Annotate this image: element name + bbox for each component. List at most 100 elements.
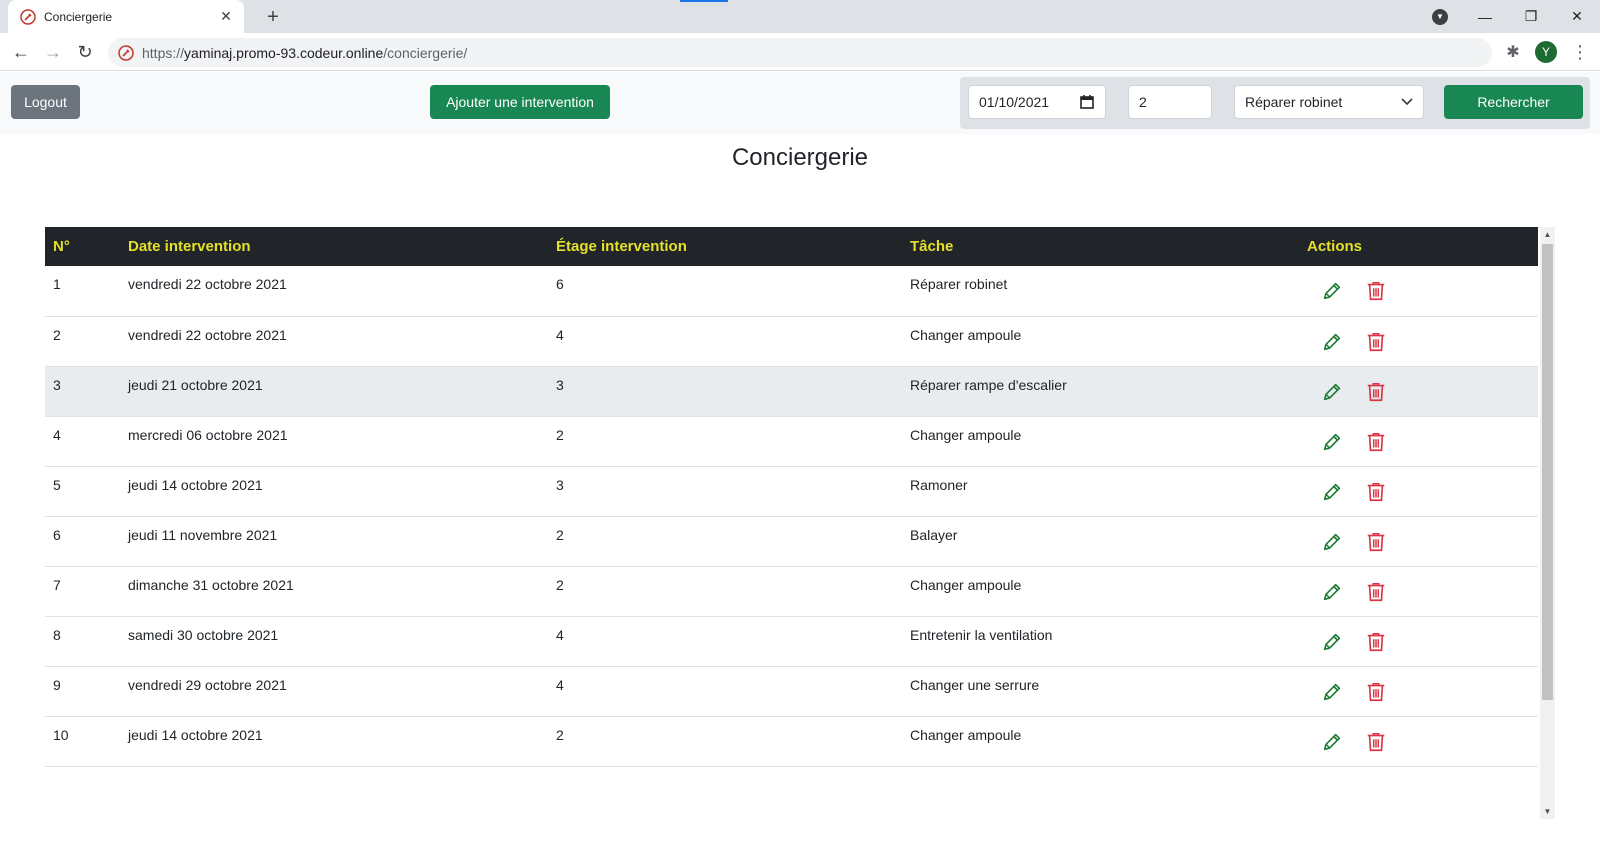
table-header-row: N° Date intervention Étage intervention …	[45, 227, 1538, 266]
cell-task: Réparer rampe d'escalier	[902, 366, 1299, 417]
interventions-table-container[interactable]: N° Date intervention Étage intervention …	[45, 227, 1555, 819]
task-select[interactable]: Réparer robinet	[1234, 85, 1424, 119]
site-info-icon[interactable]	[118, 44, 134, 61]
trash-icon[interactable]	[1365, 531, 1387, 553]
table-row: 6 jeudi 11 novembre 2021 2 Balayer	[45, 516, 1538, 567]
cell-actions	[1299, 266, 1538, 317]
minimize-icon[interactable]: —	[1462, 0, 1508, 33]
pencil-icon[interactable]	[1321, 681, 1343, 703]
table-row: 2 vendredi 22 octobre 2021 4 Changer ampoul…	[45, 316, 1538, 367]
task-select-value: Réparer robinet	[1245, 94, 1343, 110]
tab-close-icon[interactable]: ✕	[218, 8, 234, 25]
cell-number: 10	[45, 716, 120, 767]
interventions-table: N° Date intervention Étage intervention …	[45, 227, 1538, 767]
logout-button[interactable]: Logout	[11, 85, 80, 119]
reload-icon[interactable]: ↻	[72, 39, 98, 65]
cell-floor: 2	[548, 566, 902, 617]
search-button[interactable]: Rechercher	[1444, 85, 1583, 119]
trash-icon[interactable]	[1365, 381, 1387, 403]
date-input[interactable]: 01/10/2021	[968, 85, 1106, 119]
pencil-icon[interactable]	[1321, 531, 1343, 553]
trash-icon[interactable]	[1365, 731, 1387, 753]
trash-icon[interactable]	[1365, 631, 1387, 653]
trash-icon[interactable]	[1365, 681, 1387, 703]
page: Logout Ajouter une intervention 01/10/20…	[0, 72, 1600, 856]
cell-date: jeudi 21 octobre 2021	[120, 366, 548, 417]
cell-floor: 4	[548, 316, 902, 367]
cell-floor: 4	[548, 616, 902, 667]
cell-date: jeudi 14 octobre 2021	[120, 716, 548, 767]
scroll-down-icon[interactable]: ▼	[1540, 804, 1555, 819]
pencil-icon[interactable]	[1321, 631, 1343, 653]
address-bar[interactable]: https://yaminaj.promo-93.codeur.online/c…	[108, 38, 1492, 67]
pencil-icon[interactable]	[1321, 481, 1343, 503]
cell-date: dimanche 31 octobre 2021	[120, 566, 548, 617]
pencil-icon[interactable]	[1321, 431, 1343, 453]
scrollbar-thumb[interactable]	[1542, 244, 1553, 700]
floor-input[interactable]: 2	[1128, 85, 1212, 119]
cell-task: Balayer	[902, 516, 1299, 567]
cell-actions	[1299, 566, 1538, 617]
pencil-icon[interactable]	[1321, 731, 1343, 753]
cell-number: 7	[45, 566, 120, 617]
trash-icon[interactable]	[1365, 581, 1387, 603]
extensions-puzzle-icon[interactable]: ✱	[1503, 42, 1523, 62]
browser-menu-icon[interactable]: ⋮	[1570, 40, 1590, 64]
table-body: 1 vendredi 22 octobre 2021 6 Réparer robine…	[45, 266, 1538, 767]
site-favicon-icon	[20, 8, 36, 25]
back-arrow-icon[interactable]: ←	[8, 39, 34, 65]
cell-actions	[1299, 716, 1538, 767]
trash-icon[interactable]	[1365, 481, 1387, 503]
cell-number: 4	[45, 416, 120, 467]
cell-floor: 2	[548, 416, 902, 467]
table-row: 7 dimanche 31 octobre 2021 2 Changer ampoul…	[45, 566, 1538, 617]
header-task: Tâche	[902, 227, 1299, 266]
cell-task: Réparer robinet	[902, 266, 1299, 317]
cell-task: Changer ampoule	[902, 716, 1299, 767]
cell-date: samedi 30 octobre 2021	[120, 616, 548, 667]
close-window-icon[interactable]: ✕	[1554, 0, 1600, 33]
table-row: 9 vendredi 29 octobre 2021 4 Changer une se…	[45, 666, 1538, 717]
trash-icon[interactable]	[1365, 431, 1387, 453]
top-bar: Logout Ajouter une intervention 01/10/20…	[0, 72, 1600, 134]
add-intervention-button[interactable]: Ajouter une intervention	[430, 85, 610, 119]
search-form: 01/10/2021 2 Réparer robinet Rechercher	[960, 77, 1590, 129]
chevron-down-icon	[1401, 98, 1413, 106]
browser-tabstrip: Conciergerie ✕ + ▼ — ❐ ✕	[0, 0, 1600, 33]
page-title: Conciergerie	[731, 144, 869, 171]
cell-number: 5	[45, 466, 120, 517]
pencil-icon[interactable]	[1321, 280, 1343, 302]
profile-avatar[interactable]: Y	[1535, 41, 1557, 63]
cell-floor: 3	[548, 466, 902, 517]
pencil-icon[interactable]	[1321, 381, 1343, 403]
table-row: 10 jeudi 14 octobre 2021 2 Changer ampoule	[45, 716, 1538, 767]
cell-task: Changer une serrure	[902, 666, 1299, 717]
pencil-icon[interactable]	[1321, 581, 1343, 603]
header-floor: Étage intervention	[548, 227, 902, 266]
trash-icon[interactable]	[1365, 331, 1387, 353]
cell-actions	[1299, 366, 1538, 417]
scroll-up-icon[interactable]: ▲	[1540, 227, 1555, 242]
cell-date: jeudi 14 octobre 2021	[120, 466, 548, 517]
cell-task: Entretenir la ventilation	[902, 616, 1299, 667]
cell-number: 2	[45, 316, 120, 367]
cell-actions	[1299, 416, 1538, 467]
cell-floor: 3	[548, 366, 902, 417]
table-row: 1 vendredi 22 octobre 2021 6 Réparer robine…	[45, 266, 1538, 317]
trash-icon[interactable]	[1365, 280, 1387, 302]
table-scrollbar[interactable]: ▲ ▼	[1540, 227, 1555, 819]
new-tab-icon[interactable]: +	[262, 6, 284, 28]
pencil-icon[interactable]	[1321, 331, 1343, 353]
restore-icon[interactable]: ❐	[1508, 0, 1554, 33]
cell-number: 3	[45, 366, 120, 417]
cell-date: vendredi 29 octobre 2021	[120, 666, 548, 717]
header-actions: Actions	[1299, 227, 1538, 266]
cell-task: Changer ampoule	[902, 566, 1299, 617]
browser-tab[interactable]: Conciergerie ✕	[8, 0, 244, 33]
cell-number: 9	[45, 666, 120, 717]
header-number: N°	[45, 227, 120, 266]
calendar-icon[interactable]	[1079, 94, 1095, 110]
tab-search-icon[interactable]: ▼	[1432, 9, 1448, 25]
forward-arrow-icon[interactable]: →	[40, 39, 66, 65]
table-row: 5 jeudi 14 octobre 2021 3 Ramoner	[45, 466, 1538, 517]
